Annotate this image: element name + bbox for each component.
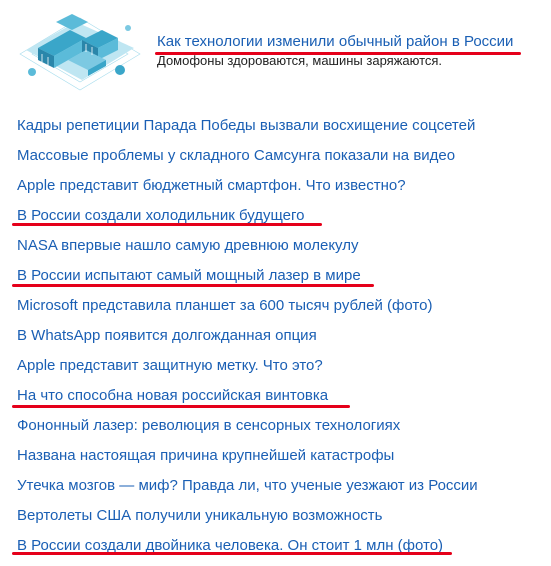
- list-item: Microsoft представила планшет за 600 тыс…: [17, 296, 478, 326]
- list-item: Вертолеты США получили уникальную возмож…: [17, 506, 478, 536]
- news-list: Кадры репетиции Парада Победы вызвали во…: [17, 116, 478, 566]
- news-link-parade-rehearsal[interactable]: Кадры репетиции Парада Победы вызвали во…: [17, 117, 475, 134]
- news-link-nasa-molecule[interactable]: NASA впервые нашло самую древнюю молекул…: [17, 237, 358, 254]
- list-item: Кадры репетиции Парада Победы вызвали во…: [17, 116, 478, 146]
- list-item: В России испытают самый мощный лазер в м…: [17, 266, 478, 296]
- news-link-whatsapp-option[interactable]: В WhatsApp появится долгожданная опция: [17, 327, 317, 344]
- news-link-phonon-laser[interactable]: Фононный лазер: революция в сенсорных те…: [17, 417, 400, 434]
- news-link-apple-tag[interactable]: Apple представит защитную метку. Что это…: [17, 357, 323, 374]
- list-item: Утечка мозгов — миф? Правда ли, что учен…: [17, 476, 478, 506]
- list-item: Apple представит бюджетный смартфон. Что…: [17, 176, 478, 206]
- list-item: NASA впервые нашло самую древнюю молекул…: [17, 236, 478, 266]
- highlight-underline: [155, 52, 521, 55]
- featured-article-title[interactable]: Как технологии изменили обычный район в …: [157, 33, 513, 51]
- list-item: Массовые проблемы у складного Самсунга п…: [17, 146, 478, 176]
- news-link-catastrophe-cause[interactable]: Названа настоящая причина крупнейшей кат…: [17, 447, 394, 464]
- list-item: Названа настоящая причина крупнейшей кат…: [17, 446, 478, 476]
- highlight-underline: [12, 223, 322, 226]
- news-link-samsung-fold[interactable]: Массовые проблемы у складного Самсунга п…: [17, 147, 455, 164]
- list-item: В России создали холодильник будущего: [17, 206, 478, 236]
- news-link-apple-budget-phone[interactable]: Apple представит бюджетный смартфон. Что…: [17, 177, 406, 194]
- news-link-us-helicopters[interactable]: Вертолеты США получили уникальную возмож…: [17, 507, 382, 524]
- featured-article-subtitle: Домофоны здороваются, машины заряжаются.: [157, 53, 443, 68]
- list-item: Apple представит защитную метку. Что это…: [17, 356, 478, 386]
- news-link-future-fridge[interactable]: В России создали холодильник будущего: [17, 207, 304, 224]
- news-link-russian-rifle[interactable]: На что способна новая российская винтовк…: [17, 387, 328, 404]
- highlight-underline: [12, 284, 374, 287]
- list-item: Фононный лазер: революция в сенсорных те…: [17, 416, 478, 446]
- list-item: В WhatsApp появится долгожданная опция: [17, 326, 478, 356]
- highlight-underline: [12, 405, 350, 408]
- news-link-brain-drain[interactable]: Утечка мозгов — миф? Правда ли, что учен…: [17, 477, 478, 494]
- news-link-microsoft-tablet[interactable]: Microsoft представила планшет за 600 тыс…: [17, 297, 432, 314]
- list-item: На что способна новая российская винтовк…: [17, 386, 478, 416]
- news-link-powerful-laser[interactable]: В России испытают самый мощный лазер в м…: [17, 267, 361, 284]
- article-thumbnail[interactable]: [16, 10, 144, 98]
- highlight-underline: [12, 552, 452, 555]
